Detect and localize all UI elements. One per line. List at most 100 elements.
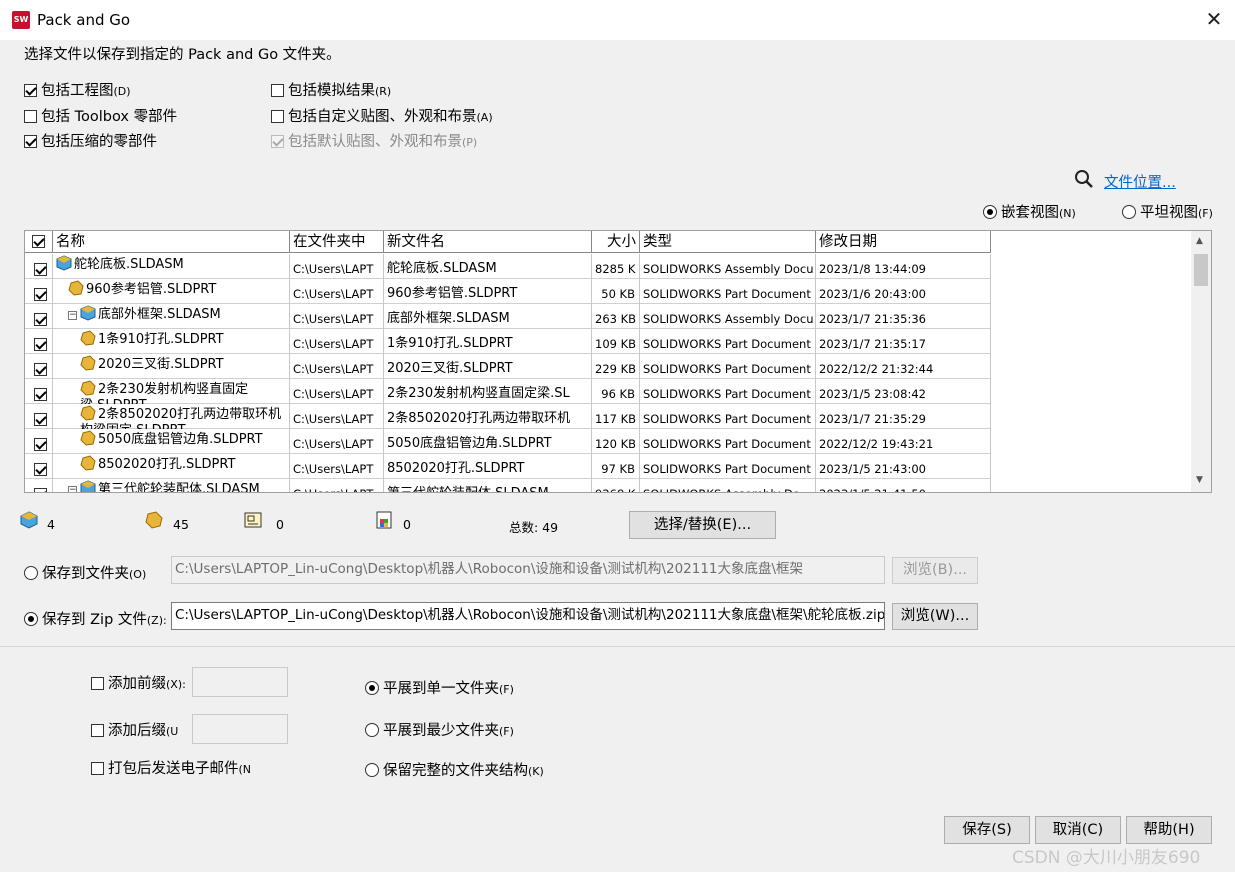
flatten-single-folder-radio[interactable]: 平展到单一文件夹(F) xyxy=(365,677,514,698)
add-suffix-checkbox[interactable]: 添加后缀(U xyxy=(91,719,178,740)
cell-modified: 2022/12/2 21:32:44 xyxy=(816,354,991,379)
cell-type: SOLIDWORKS Part Document xyxy=(640,379,816,404)
file-location-link[interactable]: 文件位置... xyxy=(1104,171,1176,192)
table-row[interactable]: 2条230发射机构竖直固定梁.SLDPRT C:\Users\LAPT2条230发… xyxy=(25,379,991,404)
search-icon[interactable] xyxy=(1074,169,1094,189)
row-checkbox[interactable] xyxy=(34,338,47,351)
cell-modified: 2023/1/7 21:35:29 xyxy=(816,404,991,429)
cell-new-name: 5050底盘铝管边角.SLDPRT xyxy=(384,429,592,454)
row-checkbox[interactable] xyxy=(34,263,47,276)
select-replace-button[interactable]: 选择/替换(E)... xyxy=(629,511,776,539)
nested-view-radio[interactable]: 嵌套视图(N) xyxy=(983,201,1076,222)
save-folder-path-field: C:\Users\LAPTOP_Lin-uCong\Desktop\机器人\Ro… xyxy=(171,556,885,584)
cell-type: SOLIDWORKS Part Document xyxy=(640,454,816,479)
include-custom-decals-checkbox[interactable]: 包括自定义贴图、外观和布景(A) xyxy=(271,105,493,126)
radio-icon xyxy=(365,723,379,737)
cell-modified: 2022/12/2 19:43:21 xyxy=(816,429,991,454)
row-checkbox[interactable] xyxy=(34,313,47,326)
row-checkbox[interactable] xyxy=(34,463,47,476)
row-checkbox[interactable] xyxy=(34,363,47,376)
row-checkbox[interactable] xyxy=(34,438,47,451)
checkbox-icon xyxy=(271,84,284,97)
file-table[interactable]: 名称 在文件夹中 新文件名 大小 类型 修改日期 舵轮底板.SLDASM C:\U… xyxy=(24,230,1212,493)
save-to-folder-radio[interactable]: 保存到文件夹(O) xyxy=(24,562,146,583)
cell-modified: 2023/1/7 21:35:36 xyxy=(816,304,991,329)
table-row[interactable]: 2条8502020打孔两边带取环机构梁固定.SLDPRT C:\Users\LAP… xyxy=(25,404,991,429)
file-name: 第三代舵轮装配体.SLDASM xyxy=(98,482,260,493)
cell-folder: C:\Users\LAPT xyxy=(290,454,384,479)
scroll-up-icon[interactable]: ▲ xyxy=(1196,236,1203,246)
cancel-button[interactable]: 取消(C) xyxy=(1035,816,1121,844)
watermark-text: CSDN @大川小朋友690 xyxy=(1012,848,1201,868)
row-checkbox[interactable] xyxy=(34,288,47,301)
flatten-fewest-folders-radio[interactable]: 平展到最少文件夹(F) xyxy=(365,719,514,740)
header-select-all[interactable] xyxy=(25,231,53,253)
keep-folder-structure-radio[interactable]: 保留完整的文件夹结构(K) xyxy=(365,759,544,780)
row-checkbox[interactable] xyxy=(34,388,47,401)
header-size[interactable]: 大小 xyxy=(592,231,640,253)
part-icon xyxy=(80,455,98,472)
cell-size: 9268 K xyxy=(592,479,640,492)
table-row[interactable]: 1条910打孔.SLDPRT C:\Users\LAPT 1条910打孔.SLDPR… xyxy=(25,329,991,354)
collapse-icon[interactable]: − xyxy=(68,311,77,320)
help-button[interactable]: 帮助(H) xyxy=(1126,816,1212,844)
scroll-thumb[interactable] xyxy=(1194,254,1208,286)
title-bar xyxy=(0,0,1235,40)
header-type[interactable]: 类型 xyxy=(640,231,816,253)
cell-new-name: 2条8502020打孔两边带取环机 xyxy=(384,404,592,429)
other-file-count: 0 xyxy=(403,517,411,532)
row-checkbox[interactable] xyxy=(34,413,47,426)
assembly-count: 4 xyxy=(47,517,55,532)
add-prefix-checkbox[interactable]: 添加前缀(X): xyxy=(91,672,186,693)
window-title: Pack and Go xyxy=(37,11,131,29)
radio-icon xyxy=(24,612,38,626)
table-row[interactable]: −第三代舵轮装配体.SLDASMC:\Users\LAPT第三代舵轮装配体.SL… xyxy=(25,479,991,493)
table-row[interactable]: 8502020打孔.SLDPRT C:\Users\LAPT 8502020打孔.S… xyxy=(25,454,991,479)
header-in-folder[interactable]: 在文件夹中 xyxy=(290,231,384,253)
cell-name: 2条230发射机构竖直固定梁.SLDPRT xyxy=(53,379,290,404)
flat-view-radio[interactable]: 平坦视图(F) xyxy=(1122,201,1213,222)
cell-modified: 2023/1/6 20:43:00 xyxy=(816,279,991,304)
cell-name: − 第三代舵轮装配体.SLDASM xyxy=(53,479,290,493)
cell-folder: C:\Users\LAPT xyxy=(290,329,384,354)
row-checkbox[interactable] xyxy=(34,488,47,492)
include-suppressed-checkbox[interactable]: 包括压缩的零部件 xyxy=(24,130,157,151)
cell-modified: 2023/1/5 23:08:42 xyxy=(816,379,991,404)
save-to-zip-radio[interactable]: 保存到 Zip 文件(Z): xyxy=(24,608,167,629)
table-row[interactable]: 960参考铝管.SLDPRT C:\Users\LAPT 960参考铝管.SLDPR… xyxy=(25,279,991,304)
include-toolbox-checkbox[interactable]: 包括 Toolbox 零部件 xyxy=(24,105,177,126)
table-row[interactable]: 2020三叉街.SLDPRT C:\Users\LAPT 2020三叉街.SLDPR… xyxy=(25,354,991,379)
include-drawings-checkbox[interactable]: 包括工程图(D) xyxy=(24,79,131,100)
include-simulation-checkbox[interactable]: 包括模拟结果(R) xyxy=(271,79,391,100)
cell-type: SOLIDWORKS Part Document xyxy=(640,279,816,304)
cell-modified: 2023/1/5 21:43:00 xyxy=(816,454,991,479)
cell-size: 8285 K xyxy=(592,254,640,279)
collapse-icon[interactable]: − xyxy=(68,486,77,492)
close-icon[interactable]: ✕ xyxy=(1201,6,1227,32)
part-icon xyxy=(80,405,98,422)
scroll-down-icon[interactable]: ▼ xyxy=(1196,475,1203,485)
cell-type: SOLIDWORKS Part Document xyxy=(640,354,816,379)
browse-zip-button[interactable]: 浏览(W)... xyxy=(892,603,978,630)
email-after-pack-checkbox[interactable]: 打包后发送电子邮件(N xyxy=(91,757,251,778)
radio-icon xyxy=(365,763,379,777)
cell-new-name: 2条230发射机构竖直固定梁.SL xyxy=(384,379,592,404)
save-button[interactable]: 保存(S) xyxy=(944,816,1030,844)
table-row[interactable]: 5050底盘铝管边角.SLDPRT C:\Users\LAPT 5050底盘铝管边角… xyxy=(25,429,991,454)
header-name[interactable]: 名称 xyxy=(53,231,290,253)
cell-folder: C:\Users\LAPT xyxy=(290,429,384,454)
table-row[interactable]: − 底部外框架.SLDASM C:\Users\LAPT 底部外框架.SLDASM 26… xyxy=(25,304,991,329)
header-modified[interactable]: 修改日期 xyxy=(816,231,991,253)
header-new-name[interactable]: 新文件名 xyxy=(384,231,592,253)
cell-type: SOLIDWORKS Assembly Docu xyxy=(640,254,816,279)
vertical-scrollbar[interactable]: ▲ ▼ xyxy=(1191,231,1211,492)
cell-folder: C:\Users\LAPT xyxy=(290,404,384,429)
cell-folder: C:\Users\LAPT xyxy=(290,379,384,404)
cell-size: 97 KB xyxy=(592,454,640,479)
include-default-decals-checkbox: 包括默认贴图、外观和布景(P) xyxy=(271,130,477,151)
table-row[interactable]: 舵轮底板.SLDASM C:\Users\LAPT 舵轮底板.SLDASM 8285 … xyxy=(25,254,991,279)
checkbox-icon xyxy=(32,235,45,248)
cell-size: 50 KB xyxy=(592,279,640,304)
file-name: 960参考铝管.SLDPRT xyxy=(86,282,217,297)
zip-path-field[interactable]: C:\Users\LAPTOP_Lin-uCong\Desktop\机器人\Ro… xyxy=(171,602,885,630)
